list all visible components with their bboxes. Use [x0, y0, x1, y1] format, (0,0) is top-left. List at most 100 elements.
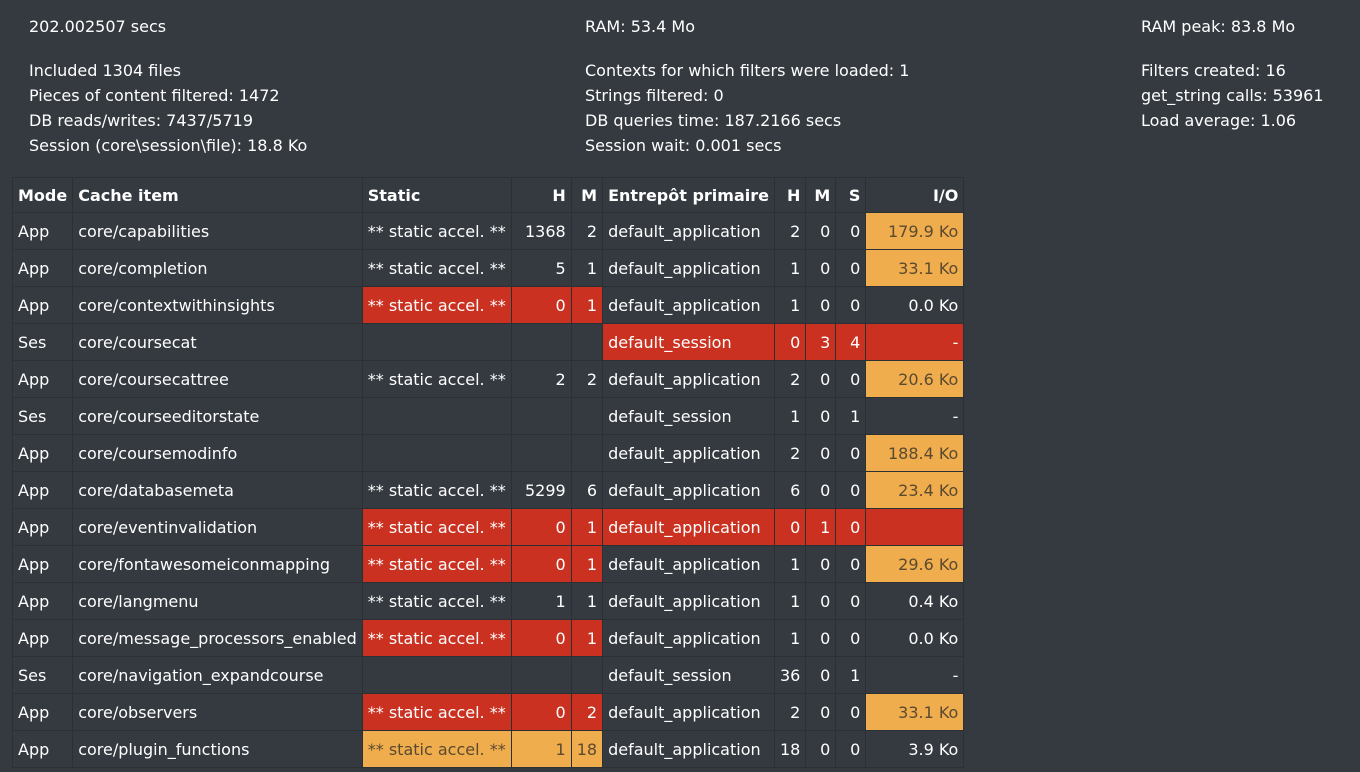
table-row: App core/coursecattree ** static accel. **… — [11, 360, 965, 398]
cell-static: ** static accel. ** — [361, 286, 512, 324]
header-sets: S — [835, 177, 867, 213]
cell-io: 23.4 Ko — [865, 471, 965, 509]
cell-hits: 1 — [773, 249, 807, 287]
stat-ram: RAM: 53.4 Mo — [585, 17, 695, 36]
cell-primary-store: default_application — [602, 249, 775, 287]
table-row: App core/contextwithinsights ** static acc… — [11, 286, 965, 324]
cell-io: 29.6 Ko — [865, 545, 965, 583]
cell-hits: 1 — [773, 397, 807, 435]
cell-misses: 0 — [805, 249, 837, 287]
cell-static-hits — [510, 656, 572, 694]
cell-mode: App — [11, 693, 74, 731]
cell-io: - — [865, 397, 965, 435]
cell-primary-store: default_session — [602, 656, 775, 694]
cell-mode: App — [11, 582, 74, 620]
cell-cache-item: core/coursecattree — [72, 360, 363, 398]
cell-primary-store: default_session — [602, 397, 775, 435]
stats-group-2: Contexts for which filters were loaded: … — [585, 58, 909, 158]
cell-primary-store: default_application — [602, 360, 775, 398]
cell-static-hits: 0 — [510, 619, 572, 657]
cell-static: ** static accel. ** — [361, 582, 512, 620]
cell-io: 0.0 Ko — [865, 619, 965, 657]
cell-misses: 0 — [805, 434, 837, 472]
cell-hits: 0 — [773, 508, 807, 546]
cell-static-hits: 0 — [510, 545, 572, 583]
cell-static-misses — [570, 323, 604, 361]
cell-hits: 18 — [773, 730, 807, 768]
cell-static-hits: 0 — [510, 508, 572, 546]
cell-mode: App — [11, 619, 74, 657]
cell-static: ** static accel. ** — [361, 545, 512, 583]
cell-static-misses — [570, 397, 604, 435]
stat-included-files: Included 1304 files — [29, 61, 181, 80]
cell-static-hits — [510, 323, 572, 361]
cell-static-misses: 1 — [570, 545, 604, 583]
table-row: App core/langmenu ** static accel. ** 1 1 def… — [11, 582, 965, 620]
cell-sets: 1 — [835, 397, 867, 435]
cell-static-misses: 2 — [570, 693, 604, 731]
cell-static-misses: 1 — [570, 286, 604, 324]
header-io: I/O — [865, 177, 965, 213]
cell-mode: Ses — [11, 656, 74, 694]
cell-static-misses: 6 — [570, 471, 604, 509]
cell-static-misses — [570, 656, 604, 694]
cell-mode: App — [11, 545, 74, 583]
cell-io: 188.4 Ko — [865, 434, 965, 472]
stats-group-3: Filters created: 16 get_string calls: 53… — [1141, 58, 1324, 133]
cell-hits: 2 — [773, 434, 807, 472]
cell-io — [865, 508, 965, 546]
header-cache-item: Cache item — [72, 177, 363, 213]
cell-cache-item: core/courseeditorstate — [72, 397, 363, 435]
cell-hits: 2 — [773, 212, 807, 250]
cache-rows: App core/capabilities ** static accel. ** 1… — [11, 212, 965, 768]
cell-cache-item: core/eventinvalidation — [72, 508, 363, 546]
stat-get-string-calls: get_string calls: 53961 — [1141, 86, 1324, 105]
cell-static-misses: 1 — [570, 582, 604, 620]
cell-mode: App — [11, 508, 74, 546]
cell-misses: 0 — [805, 730, 837, 768]
cell-sets: 0 — [835, 693, 867, 731]
cell-mode: App — [11, 730, 74, 768]
cell-hits: 36 — [773, 656, 807, 694]
cell-static: ** static accel. ** — [361, 730, 512, 768]
cell-mode: App — [11, 360, 74, 398]
stat-content-filtered: Pieces of content filtered: 1472 — [29, 86, 280, 105]
cell-misses: 0 — [805, 582, 837, 620]
cell-primary-store: default_application — [602, 730, 775, 768]
header-static-hits: H — [510, 177, 572, 213]
cell-cache-item: core/fontawesomeiconmapping — [72, 545, 363, 583]
cell-primary-store: default_application — [602, 212, 775, 250]
cell-cache-item: core/navigation_expandcourse — [72, 656, 363, 694]
cell-mode: Ses — [11, 397, 74, 435]
cell-cache-item: core/databasemeta — [72, 471, 363, 509]
table-row: App core/plugin_functions ** static accel.… — [11, 730, 965, 768]
cell-io: 33.1 Ko — [865, 693, 965, 731]
cell-io: 3.9 Ko — [865, 730, 965, 768]
cell-static-hits: 0 — [510, 286, 572, 324]
cell-primary-store: default_application — [602, 693, 775, 731]
cell-cache-item: core/completion — [72, 249, 363, 287]
stat-filters-created: Filters created: 16 — [1141, 61, 1286, 80]
cell-io: - — [865, 323, 965, 361]
cell-primary-store: default_application — [602, 434, 775, 472]
cell-static-misses: 18 — [570, 730, 604, 768]
cell-sets: 1 — [835, 656, 867, 694]
stat-strings-filtered: Strings filtered: 0 — [585, 86, 724, 105]
cell-io: 179.9 Ko — [865, 212, 965, 250]
cell-mode: App — [11, 434, 74, 472]
cell-static — [361, 323, 512, 361]
cell-misses: 1 — [805, 508, 837, 546]
cell-io: - — [865, 656, 965, 694]
stat-load-average: Load average: 1.06 — [1141, 111, 1297, 130]
cell-cache-item: core/coursemodinfo — [72, 434, 363, 472]
cell-primary-store: default_application — [602, 619, 775, 657]
cell-sets: 0 — [835, 360, 867, 398]
header-misses: M — [805, 177, 837, 213]
cell-hits: 2 — [773, 360, 807, 398]
cell-sets: 0 — [835, 545, 867, 583]
cell-sets: 0 — [835, 619, 867, 657]
stat-db-queries-time: DB queries time: 187.2166 secs — [585, 111, 842, 130]
table-row: App core/eventinvalidation ** static accel… — [11, 508, 965, 546]
cell-static: ** static accel. ** — [361, 471, 512, 509]
cell-hits: 2 — [773, 693, 807, 731]
